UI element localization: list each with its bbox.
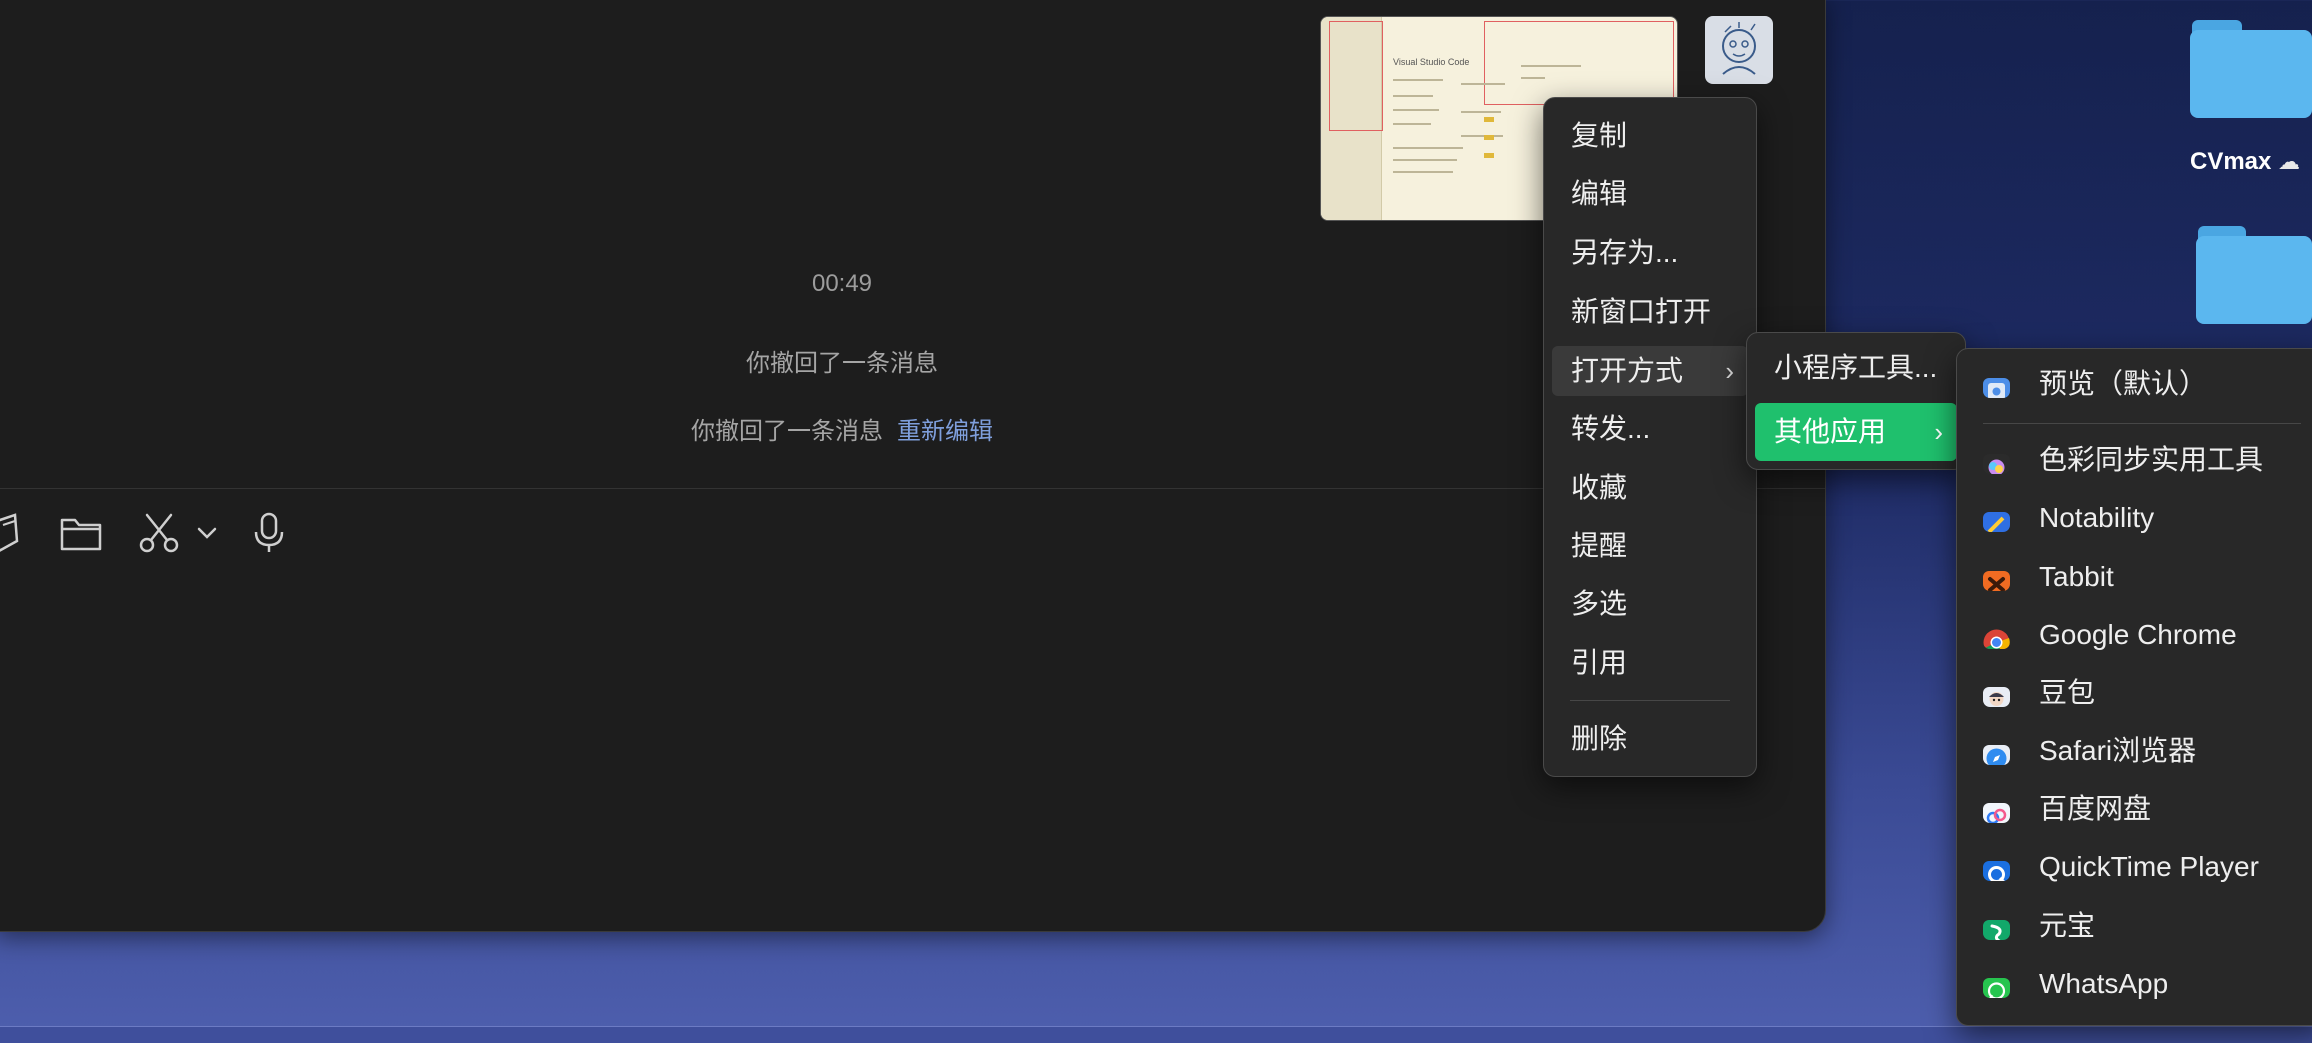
menu-item-mini-program[interactable]: 小程序工具... <box>1755 343 1957 393</box>
notability-icon <box>1983 505 2010 532</box>
chrome-icon <box>1983 622 2010 649</box>
whatsapp-icon <box>1983 971 2010 998</box>
thumbnail-highlight-box <box>1484 21 1674 105</box>
app-item-label: WhatsApp <box>2039 968 2169 999</box>
chevron-down-icon[interactable] <box>195 523 219 543</box>
safari-icon <box>1983 738 2010 765</box>
desktop-folder-label[interactable]: CVmax ☁ <box>2190 148 2300 176</box>
sketch-avatar-icon <box>1722 22 1756 75</box>
desktop-folder-cvmax[interactable] <box>2190 20 2312 120</box>
menu-item-open-new-window[interactable]: 新窗口打开 <box>1552 287 1748 337</box>
recall-notice-with-reedit: 你撤回了一条消息 重新编辑 <box>0 411 1687 446</box>
desktop-bottom-strip <box>0 1026 2312 1043</box>
colorsync-icon <box>1983 447 2010 474</box>
app-item-label: Safari浏览器 <box>2039 735 2197 766</box>
folder-icon[interactable] <box>59 511 103 555</box>
thumbnail-line <box>1393 147 1463 149</box>
menu-item-edit[interactable]: 编辑 <box>1552 169 1748 219</box>
microphone-icon[interactable] <box>249 511 289 555</box>
app-item-label: Notability <box>2039 502 2155 533</box>
app-item-tabbit[interactable]: Tabbit <box>1965 552 2312 602</box>
thumbnail-tag <box>1484 135 1494 140</box>
app-item-chrome[interactable]: Google Chrome <box>1965 610 2312 660</box>
thumbnail-line <box>1521 77 1545 79</box>
preview-icon <box>1983 371 2010 398</box>
app-item-label: Google Chrome <box>2039 619 2237 650</box>
app-item-baidu-netdisk[interactable]: 百度网盘 <box>1965 784 2312 834</box>
app-item-doubao[interactable]: 豆包 <box>1965 668 2312 718</box>
scissors-icon[interactable] <box>137 511 181 555</box>
thumbnail-line <box>1393 171 1453 173</box>
recall-notice-text: 你撤回了一条消息 <box>691 418 883 445</box>
doubao-icon <box>1983 680 2010 707</box>
thumbnail-line <box>1461 111 1501 113</box>
yuanbao-icon <box>1983 913 2010 940</box>
app-item-quicktime[interactable]: QuickTime Player <box>1965 842 2312 892</box>
app-item-colorsync[interactable]: 色彩同步实用工具 <box>1965 435 2312 485</box>
app-item-yuanbao[interactable]: 元宝 <box>1965 901 2312 951</box>
desktop-folder-2[interactable] <box>2196 226 2312 326</box>
baidu-netdisk-icon <box>1983 796 2010 823</box>
app-item-label: 豆包 <box>2039 677 2096 708</box>
thumbnail-line <box>1461 83 1505 85</box>
open-with-submenu: 小程序工具... 其他应用 › <box>1746 332 1966 470</box>
thumbnail-tag <box>1484 153 1494 158</box>
sticker-icon[interactable] <box>0 511 21 555</box>
thumbnail-highlight-box <box>1329 21 1383 131</box>
thumbnail-line <box>1393 159 1457 161</box>
menu-separator <box>1983 423 2301 424</box>
app-item-label: QuickTime Player <box>2039 851 2259 882</box>
menu-separator <box>1570 700 1730 701</box>
app-item-label: 元宝 <box>2039 910 2096 941</box>
thumbnail-tag <box>1484 117 1494 122</box>
menu-item-open-with-label: 打开方式 <box>1571 355 1684 386</box>
menu-item-favorite[interactable]: 收藏 <box>1552 463 1748 513</box>
app-item-label: Tabbit <box>2039 561 2114 592</box>
thumbnail-line <box>1393 123 1431 125</box>
menu-item-open-with[interactable]: 打开方式 › <box>1552 346 1748 396</box>
app-item-label: 预览（默认） <box>2039 368 2208 399</box>
chevron-right-icon: › <box>1725 356 1734 386</box>
menu-item-remind[interactable]: 提醒 <box>1552 521 1748 571</box>
thumbnail-line <box>1521 65 1581 67</box>
menu-item-other-apps[interactable]: 其他应用 › <box>1755 403 1957 461</box>
folder-name: CVmax <box>2190 148 2272 175</box>
recall-notice: 你撤回了一条消息 <box>746 350 938 377</box>
menu-item-other-apps-label: 其他应用 <box>1774 416 1887 447</box>
menu-item-save-as[interactable]: 另存为... <box>1552 228 1748 278</box>
chevron-right-icon: › <box>1934 417 1943 447</box>
menu-item-multi-select[interactable]: 多选 <box>1552 579 1748 629</box>
folder-icon-body <box>2196 236 2312 324</box>
app-item-label: 色彩同步实用工具 <box>2039 444 2264 475</box>
quicktime-icon <box>1983 854 2010 881</box>
thumbnail-line <box>1393 95 1433 97</box>
reedit-link[interactable]: 重新编辑 <box>897 418 993 445</box>
app-item-safari[interactable]: Safari浏览器 <box>1965 726 2312 776</box>
menu-item-quote[interactable]: 引用 <box>1552 638 1748 688</box>
tabbit-icon <box>1983 564 2010 591</box>
menu-item-delete[interactable]: 删除 <box>1552 714 1748 764</box>
app-item-preview[interactable]: 预览（默认） <box>1965 359 2312 409</box>
thumbnail-title: Visual Studio Code <box>1393 57 1470 67</box>
context-menu: 复制 编辑 另存为... 新窗口打开 打开方式 › 转发... 收藏 提醒 多选… <box>1543 97 1757 777</box>
menu-item-forward[interactable]: 转发... <box>1552 404 1748 454</box>
thumbnail-line <box>1393 109 1439 111</box>
folder-icon-body <box>2190 30 2312 118</box>
menu-item-copy[interactable]: 复制 <box>1552 111 1748 161</box>
message-timestamp: 00:49 <box>811 270 873 297</box>
app-item-whatsapp[interactable]: WhatsApp <box>1965 959 2312 1009</box>
thumbnail-line <box>1393 79 1443 81</box>
app-item-notability[interactable]: Notability <box>1965 493 2312 543</box>
avatar[interactable] <box>1705 16 1773 84</box>
icloud-download-icon: ☁ <box>2278 149 2301 174</box>
app-item-label: 百度网盘 <box>2039 793 2152 824</box>
other-apps-submenu: 预览（默认） 色彩同步实用工具 Notability Tabbit Google… <box>1956 348 2312 1026</box>
thumbnail-line <box>1461 135 1503 137</box>
